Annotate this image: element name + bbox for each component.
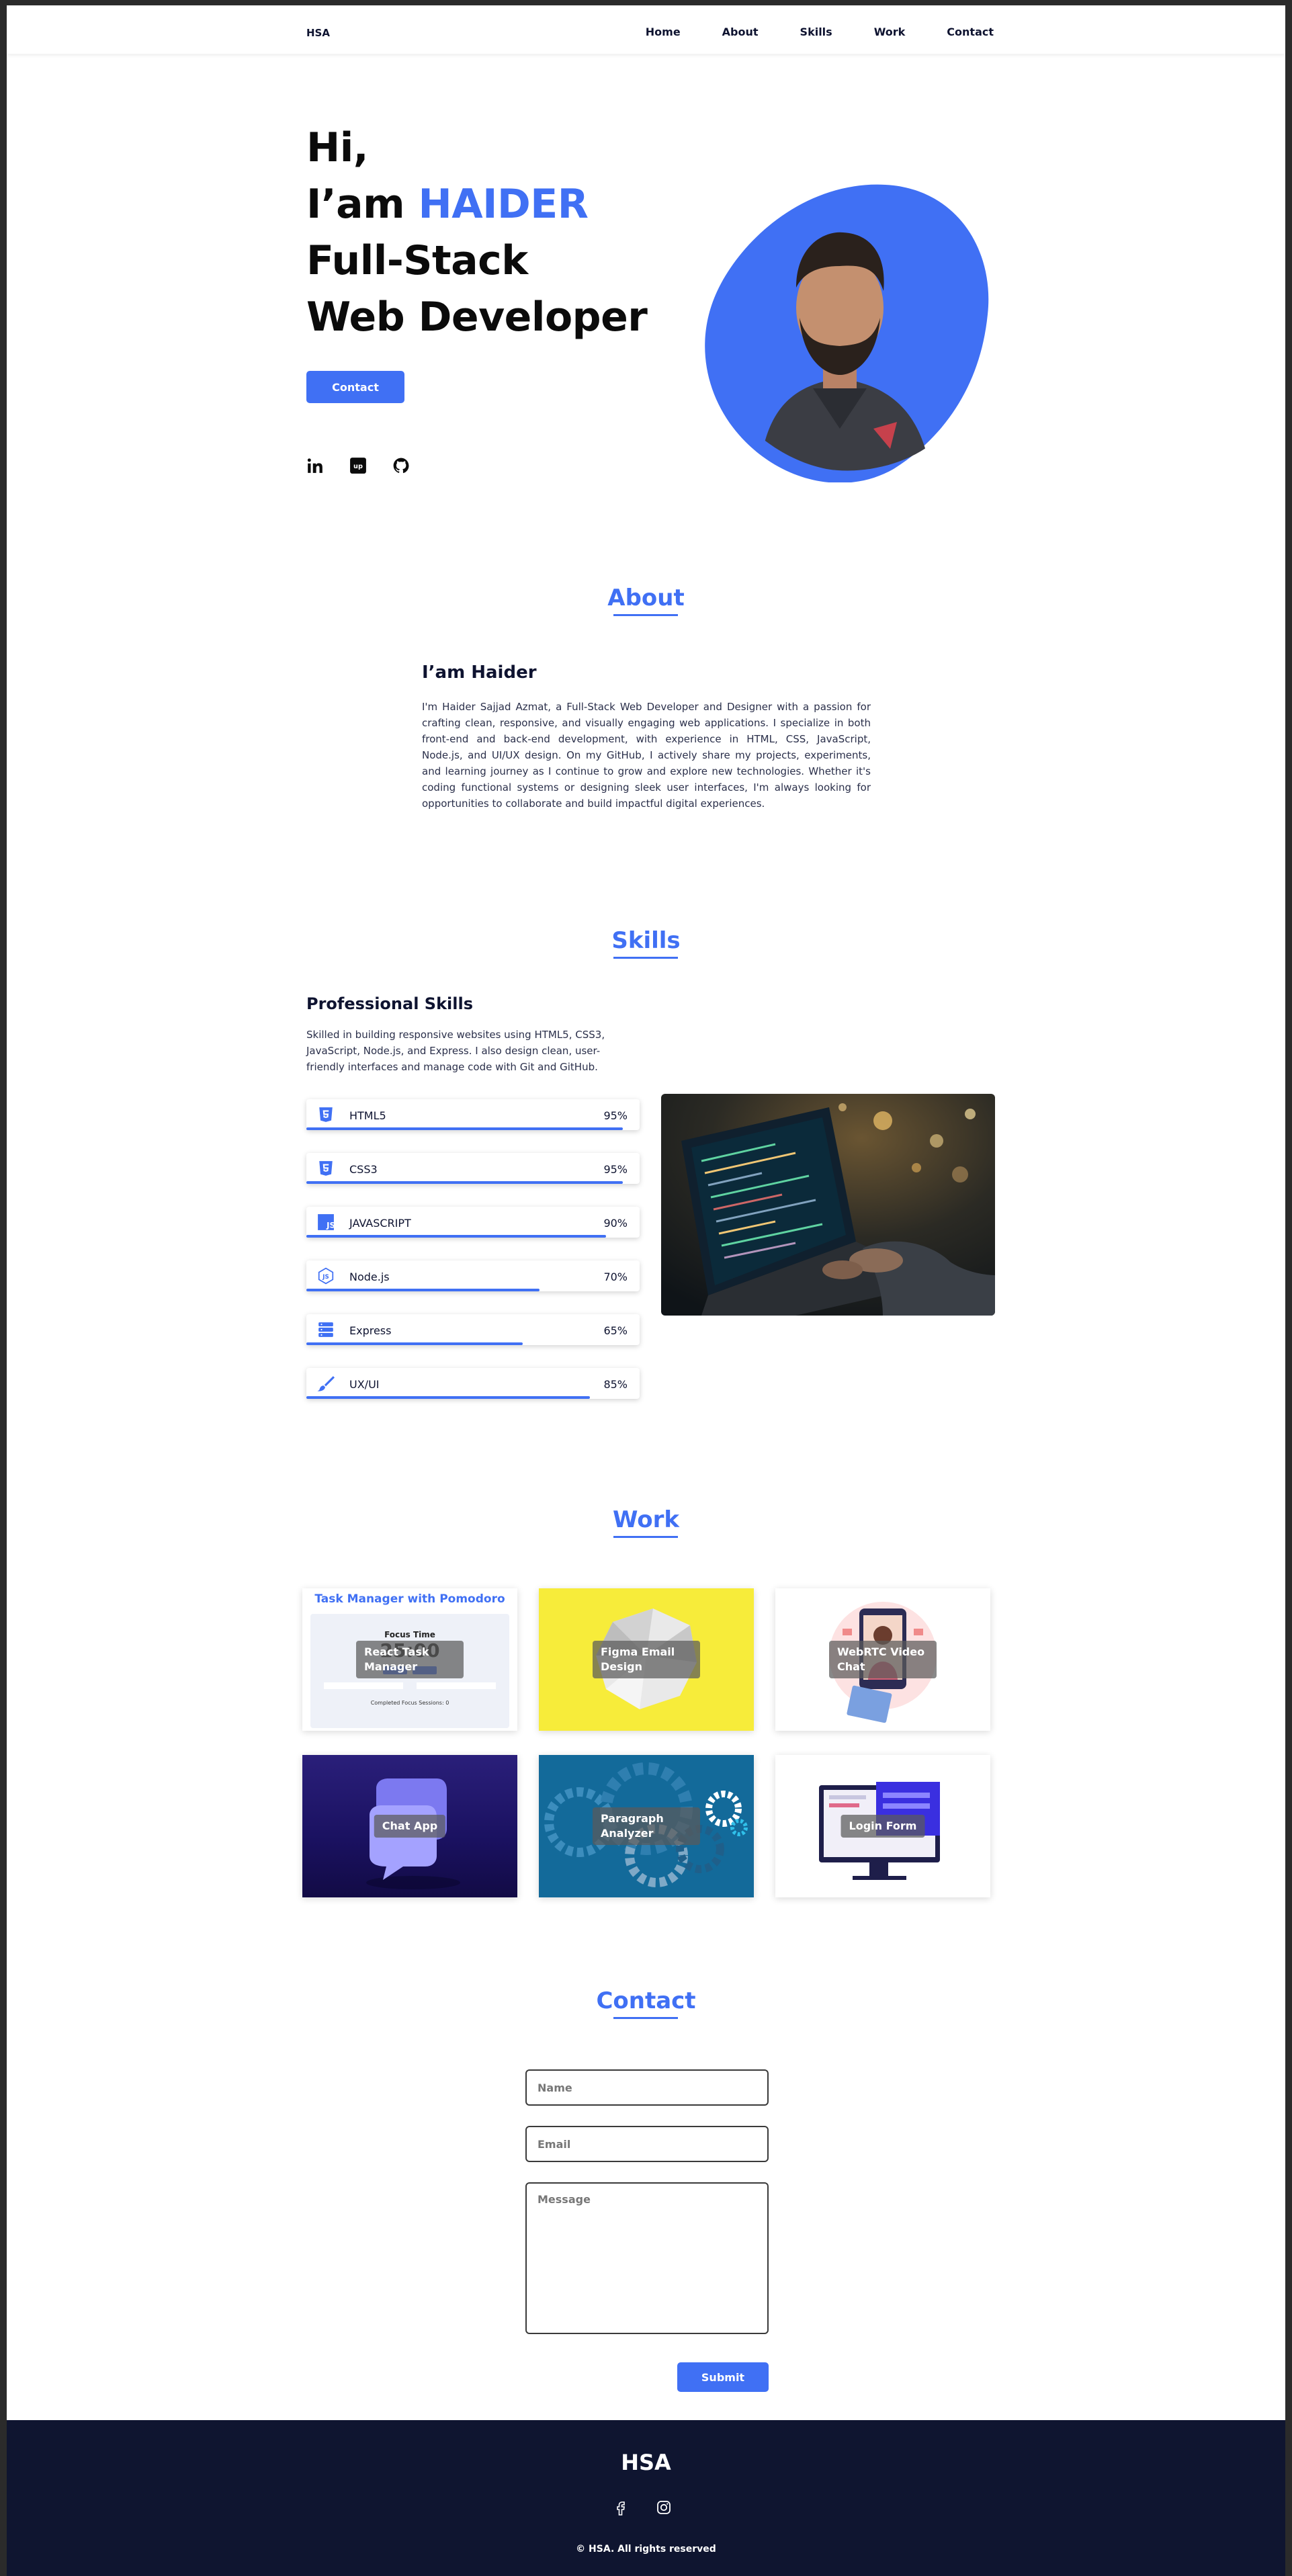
skill-progress-bar	[306, 1181, 623, 1184]
skill-percent: 65%	[603, 1324, 628, 1337]
skill-name: UX/UI	[349, 1378, 380, 1391]
svg-text:JS: JS	[326, 1221, 335, 1230]
thumb-input	[324, 1682, 403, 1689]
linkedin-icon[interactable]	[306, 457, 324, 474]
skill-css3: CSS3 95%	[306, 1153, 640, 1184]
work-title-underline	[613, 1536, 678, 1538]
svg-text:up: up	[353, 463, 363, 470]
name-field[interactable]	[525, 2069, 769, 2106]
server-icon	[318, 1322, 333, 1337]
skill-progress-bar	[306, 1127, 623, 1130]
hero-social-links: up	[306, 457, 410, 474]
site-logo[interactable]: HSA	[306, 27, 330, 39]
project-card-chat-app[interactable]: Chat App	[302, 1755, 517, 1897]
skills-title-underline	[613, 957, 678, 959]
main-nav: Home About Skills Work Contact	[646, 26, 994, 38]
skills-heading: Professional Skills	[306, 994, 473, 1013]
project-card-paragraph-analyzer[interactable]: Paragraph Analyzer	[539, 1755, 754, 1897]
about-title-underline	[613, 614, 678, 616]
skill-name: Node.js	[349, 1271, 390, 1283]
skills-paragraph: Skilled in building responsive websites …	[306, 1029, 605, 1073]
project-card-figma-email[interactable]: Figma Email Design	[539, 1588, 754, 1731]
copyright-text: © HSA. All rights reserved	[576, 2544, 716, 2554]
nav-home[interactable]: Home	[646, 26, 681, 38]
skill-name: HTML5	[349, 1109, 386, 1122]
hero-intro: I’am HAIDER	[306, 176, 647, 232]
page: HSA Home About Skills Work Contact Hi, I…	[7, 5, 1285, 2576]
footer-logo: HSA	[621, 2450, 671, 2475]
thumb-title: Task Manager with Pomodoro	[314, 1592, 505, 1606]
message-field[interactable]	[525, 2182, 769, 2334]
hero-intro-prefix: I’am	[306, 181, 419, 228]
nav-skills[interactable]: Skills	[800, 26, 832, 38]
project-card-login-form[interactable]: Login Form	[775, 1755, 990, 1897]
skill-progress-bar	[306, 1235, 607, 1238]
instagram-icon[interactable]	[656, 2499, 672, 2518]
github-icon[interactable]	[392, 457, 410, 474]
skill-html5: HTML5 95%	[306, 1099, 640, 1130]
project-label: WebRTC Video Chat	[829, 1641, 937, 1678]
hero-contact-button[interactable]: Contact	[306, 371, 404, 403]
hero-greeting: Hi,	[306, 124, 369, 171]
skill-name: JAVASCRIPT	[349, 1217, 411, 1230]
skill-percent: 85%	[603, 1378, 628, 1391]
brush-icon	[317, 1376, 335, 1391]
skill-percent: 95%	[603, 1109, 628, 1122]
css3-icon	[319, 1161, 333, 1176]
hero-heading: Hi, I’am HAIDER Full-Stack Web Developer	[306, 120, 648, 345]
work-title: Work	[612, 1506, 680, 1533]
project-label: Login Form	[841, 1815, 925, 1838]
svg-text:JS: JS	[322, 1274, 329, 1281]
skill-percent: 90%	[603, 1217, 628, 1230]
html5-icon	[319, 1107, 333, 1122]
email-field[interactable]	[525, 2126, 769, 2162]
top-navbar: HSA Home About Skills Work Contact	[7, 5, 1285, 54]
nodejs-icon: JS	[318, 1267, 334, 1285]
skill-uxui: UX/UI 85%	[306, 1368, 640, 1399]
about-heading: I’am Haider	[422, 662, 537, 683]
thumb-subtitle: Focus Time	[384, 1630, 435, 1639]
javascript-icon: JS	[318, 1214, 335, 1230]
skill-percent: 70%	[603, 1271, 628, 1283]
nav-contact[interactable]: Contact	[947, 26, 994, 38]
skill-name: CSS3	[349, 1163, 378, 1176]
skill-percent: 95%	[603, 1163, 628, 1176]
contact-title-underline	[613, 2017, 678, 2019]
skill-express: Express 65%	[306, 1314, 640, 1345]
project-label: Figma Email Design	[593, 1641, 700, 1678]
about-paragraph: I'm Haider Sajjad Azmat, a Full-Stack We…	[422, 701, 871, 810]
skills-title: Skills	[611, 927, 681, 954]
profile-photo	[759, 232, 931, 471]
facebook-icon[interactable]	[613, 2499, 629, 2518]
submit-button[interactable]: Submit	[677, 2362, 769, 2392]
hero-name: HAIDER	[418, 181, 589, 228]
thumb-footer: Completed Focus Sessions: 0	[370, 1700, 449, 1706]
footer-social-links	[613, 2499, 672, 2518]
nav-work[interactable]: Work	[874, 26, 906, 38]
skill-progress-bar	[306, 1396, 590, 1399]
hero-role-line2: Web Developer	[306, 294, 648, 341]
project-label: Paragraph Analyzer	[593, 1807, 700, 1845]
skill-name: Express	[349, 1324, 392, 1337]
footer: HSA © HSA. All rights reserved	[7, 2420, 1285, 2576]
skill-progress-bar	[306, 1289, 540, 1291]
project-label: Chat App	[374, 1815, 446, 1838]
contact-title: Contact	[596, 1987, 696, 2014]
project-card-webrtc[interactable]: WebRTC Video Chat	[775, 1588, 990, 1731]
project-card-task-manager[interactable]: Task Manager with Pomodoro Focus Time 25…	[302, 1588, 517, 1731]
about-title: About	[607, 585, 685, 611]
nav-about[interactable]: About	[722, 26, 759, 38]
coding-laptop-image	[661, 1094, 995, 1316]
skill-javascript: JS JAVASCRIPT 90%	[306, 1207, 640, 1238]
thumb-input	[417, 1682, 496, 1689]
upwork-icon[interactable]: up	[349, 457, 367, 474]
skill-nodejs: JS Node.js 70%	[306, 1260, 640, 1291]
hero-role-line1: Full-Stack	[306, 237, 528, 284]
project-label: React Task Manager	[356, 1641, 464, 1678]
skill-progress-bar	[306, 1342, 523, 1345]
